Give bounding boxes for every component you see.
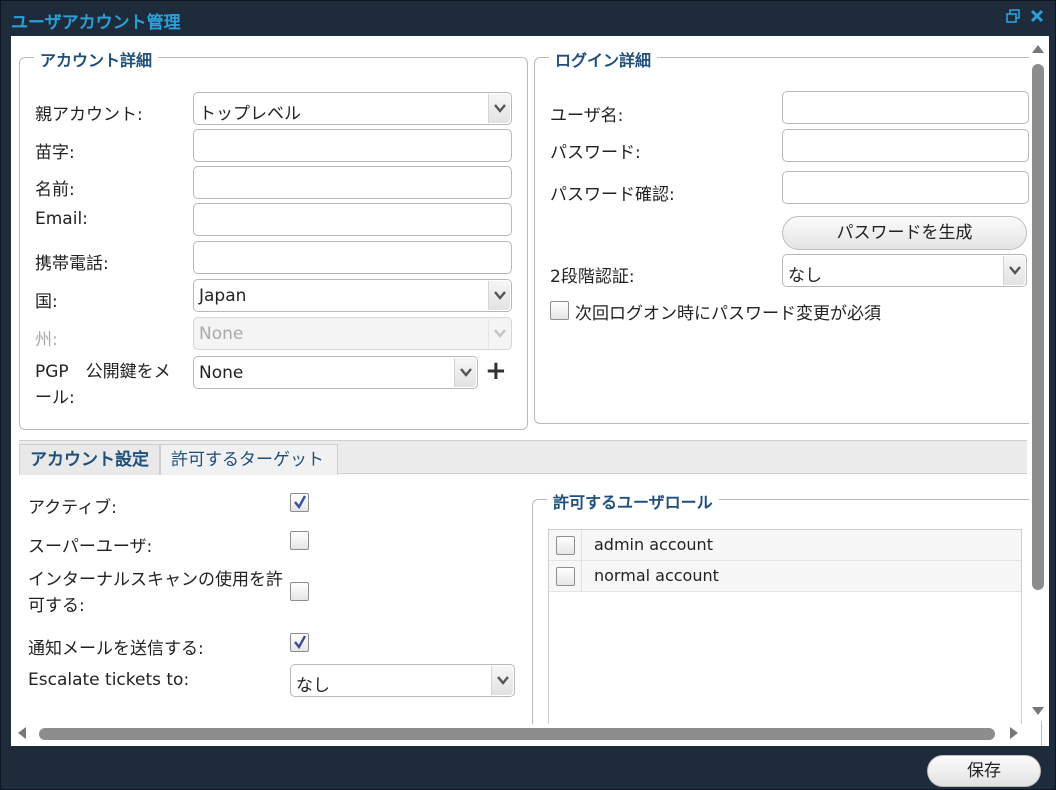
scroll-left-icon[interactable] — [15, 726, 29, 740]
chevron-down-icon — [488, 319, 510, 348]
username-label: ユーザ名: — [550, 106, 624, 126]
parent-account-select[interactable]: トップレベル — [193, 92, 512, 125]
scroll-up-icon[interactable] — [1031, 42, 1045, 56]
chevron-down-icon[interactable] — [488, 281, 510, 310]
role-checkbox-cell — [549, 561, 582, 591]
restore-icon[interactable] — [1004, 9, 1022, 27]
role-checkbox-cell — [549, 530, 582, 560]
close-icon[interactable] — [1028, 9, 1046, 27]
chevron-down-icon[interactable] — [1003, 256, 1025, 285]
two-factor-label: 2段階認証: — [550, 267, 635, 287]
two-factor-value: なし — [788, 266, 822, 286]
scroll-right-icon[interactable] — [1007, 726, 1021, 740]
vertical-scroll-thumb[interactable] — [1032, 64, 1044, 590]
chevron-down-icon[interactable] — [491, 666, 513, 695]
country-label: 国: — [35, 292, 58, 312]
first-name-field[interactable] — [193, 166, 512, 199]
title-bar[interactable]: ユーザアカウント管理 — [1, 1, 1055, 35]
active-label: アクティブ: — [28, 498, 117, 518]
superuser-label: スーパーユーザ: — [28, 537, 153, 557]
first-name-label: 名前: — [35, 180, 75, 200]
internal-scan-label: インターナルスキャンの使用を許可する: — [28, 570, 283, 616]
username-field[interactable] — [782, 91, 1029, 124]
user-account-dialog: ユーザアカウント管理 アカウント詳細 親アカウント: トップレベル 苗字: 名前… — [0, 0, 1056, 790]
login-details-legend: ログイン詳細 — [549, 47, 658, 71]
email-field[interactable] — [193, 203, 512, 236]
last-name-label: 苗字: — [35, 143, 75, 163]
chevron-down-icon[interactable] — [488, 94, 510, 123]
pgp-select[interactable]: None — [193, 356, 478, 389]
mobile-field[interactable] — [193, 241, 512, 274]
role-name: normal account — [594, 566, 719, 585]
escalate-label: Escalate tickets to: — [28, 670, 190, 690]
send-notification-label: 通知メールを送信する: — [28, 639, 204, 659]
change-password-checkbox[interactable] — [550, 301, 569, 320]
password-confirm-field[interactable] — [782, 171, 1029, 204]
two-factor-select[interactable]: なし — [782, 254, 1027, 287]
save-button[interactable]: 保存 — [927, 755, 1041, 787]
password-label: パスワード: — [550, 143, 641, 163]
email-label: Email: — [35, 209, 88, 229]
password-field[interactable] — [782, 129, 1029, 162]
user-roles-legend: 許可するユーザロール — [547, 489, 719, 513]
state-select: None — [193, 317, 512, 350]
change-password-label: 次回ログオン時にパスワード変更が必須 — [575, 304, 881, 324]
pgp-label: PGP 公開鍵をメール: — [35, 362, 171, 408]
country-value: Japan — [199, 286, 247, 306]
dialog-content: アカウント詳細 親アカウント: トップレベル 苗字: 名前: Email: 携帯… — [11, 36, 1049, 746]
tab-account-settings[interactable]: アカウント設定 — [19, 444, 160, 475]
settings-tabs: アカウント設定 許可するターゲット — [19, 440, 1027, 475]
active-checkbox[interactable] — [290, 493, 309, 512]
state-label: 州: — [35, 330, 58, 350]
role-checkbox[interactable] — [556, 567, 575, 586]
dialog-title: ユーザアカウント管理 — [11, 13, 181, 33]
role-checkbox[interactable] — [556, 536, 575, 555]
mobile-label: 携帯電話: — [35, 254, 109, 274]
list-item[interactable]: normal account — [549, 561, 1021, 592]
user-roles-list: admin account normal account — [548, 529, 1022, 729]
escalate-value: なし — [296, 676, 330, 696]
role-name: admin account — [594, 535, 713, 554]
parent-account-label: 親アカウント: — [35, 105, 143, 125]
tab-allowed-targets[interactable]: 許可するターゲット — [160, 444, 338, 475]
horizontal-scroll-thumb[interactable] — [39, 728, 995, 740]
last-name-field[interactable] — [193, 129, 512, 162]
scroll-down-icon[interactable] — [1031, 704, 1045, 718]
country-select[interactable]: Japan — [193, 279, 512, 312]
password-confirm-label: パスワード確認: — [550, 185, 675, 205]
plus-icon[interactable]: + — [485, 358, 507, 384]
superuser-checkbox[interactable] — [290, 531, 309, 550]
escalate-select[interactable]: なし — [290, 664, 515, 697]
pgp-value: None — [199, 363, 244, 383]
account-details-legend: アカウント詳細 — [34, 47, 159, 71]
generate-password-button[interactable]: パスワードを生成 — [782, 216, 1027, 250]
parent-account-value: トップレベル — [199, 104, 301, 124]
send-notification-checkbox[interactable] — [290, 633, 309, 652]
state-value: None — [199, 324, 244, 344]
chevron-down-icon[interactable] — [454, 358, 476, 387]
list-item[interactable]: admin account — [549, 530, 1021, 561]
internal-scan-checkbox[interactable] — [290, 582, 309, 601]
